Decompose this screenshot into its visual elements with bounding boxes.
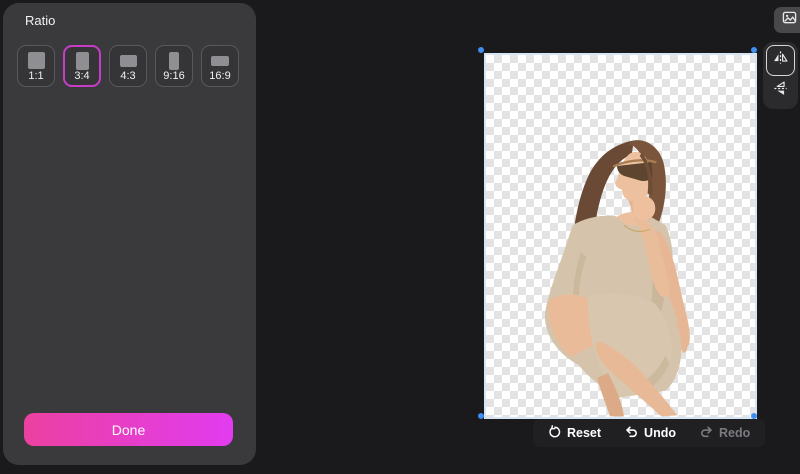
ratio-option-label: 3:4 — [74, 70, 90, 82]
ratio-option-label: 1:1 — [28, 70, 44, 82]
reset-button[interactable]: Reset — [548, 424, 602, 442]
flip-tools-group — [763, 42, 798, 109]
photo-editor-crop-screen: { "panel": { "title": "Ratio", "ratios":… — [0, 0, 800, 474]
ratio-options-row: 1:1 3:4 4:3 9:16 16:9 — [17, 45, 239, 87]
crop-region[interactable] — [484, 53, 757, 419]
image-preview-button[interactable] — [774, 7, 800, 33]
subject-photo-woman — [544, 140, 690, 417]
ratio-shape-icon — [75, 52, 89, 70]
ratio-shape-icon — [119, 55, 137, 67]
redo-arrow-icon — [699, 424, 714, 442]
image-icon — [782, 10, 797, 30]
ratio-shape-icon — [169, 52, 179, 70]
undo-label: Undo — [644, 426, 676, 440]
flip-vertical-button[interactable] — [766, 77, 795, 106]
ratio-option-3-4[interactable]: 3:4 — [63, 45, 101, 87]
crop-handle-top-right[interactable] — [751, 47, 757, 53]
ratio-option-1-1[interactable]: 1:1 — [17, 45, 55, 87]
ratio-option-4-3[interactable]: 4:3 — [109, 45, 147, 87]
ratio-option-label: 9:16 — [163, 70, 185, 82]
flip-horizontal-icon — [772, 49, 789, 71]
ratio-panel: Ratio 1:1 3:4 4:3 9:16 16:9 Done — [3, 3, 256, 465]
ratio-option-label: 4:3 — [120, 70, 136, 82]
ratio-option-label: 16:9 — [209, 70, 231, 82]
ratio-shape-icon — [27, 52, 45, 69]
crop-handle-top-left[interactable] — [478, 47, 484, 53]
reset-circular-arrow-icon — [548, 424, 562, 442]
history-toolbar: Reset Undo Redo — [533, 419, 766, 447]
panel-title: Ratio — [25, 13, 56, 28]
ratio-option-9-16[interactable]: 9:16 — [155, 45, 193, 87]
undo-button[interactable]: Undo — [624, 424, 676, 442]
crop-handle-bottom-left[interactable] — [478, 413, 484, 419]
flip-vertical-icon — [772, 80, 789, 102]
reset-label: Reset — [567, 426, 602, 440]
ratio-option-16-9[interactable]: 16:9 — [201, 45, 239, 87]
undo-arrow-icon — [624, 424, 639, 442]
redo-button[interactable]: Redo — [699, 424, 750, 442]
flip-horizontal-button[interactable] — [766, 45, 795, 76]
ratio-shape-icon — [211, 56, 229, 66]
done-button[interactable]: Done — [24, 413, 233, 446]
redo-label: Redo — [718, 426, 751, 440]
